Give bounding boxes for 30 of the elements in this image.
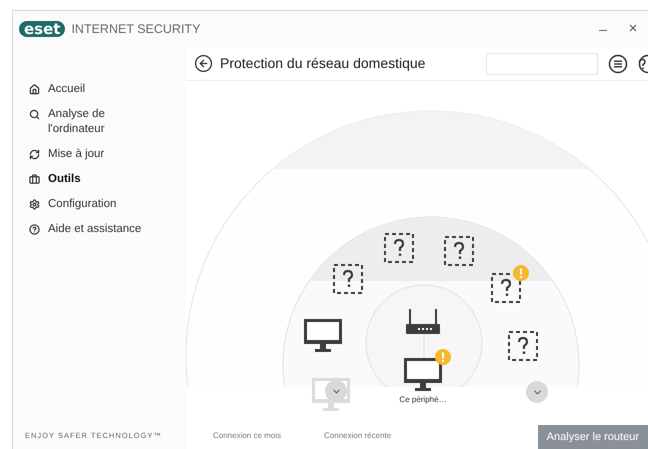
monitor-icon[interactable]	[403, 357, 443, 391]
router-icon[interactable]	[405, 309, 441, 335]
unknown-device-icon[interactable]	[508, 331, 538, 361]
unknown-device-icon[interactable]	[491, 273, 521, 303]
refresh-icon	[29, 149, 40, 160]
legend-label: Connexion ce mois	[213, 430, 282, 442]
toolbox-icon	[29, 174, 40, 185]
sidebar-item[interactable]: Analyse de l'ordinateur	[13, 102, 186, 142]
unknown-device-icon[interactable]	[384, 233, 414, 263]
monitor-icon[interactable]	[303, 318, 343, 352]
minimize-button[interactable]: –	[588, 18, 618, 40]
home-icon	[29, 84, 40, 95]
sidebar-item[interactable]: Configuration	[13, 192, 186, 217]
help-icon	[29, 224, 40, 235]
back-icon[interactable]	[194, 54, 213, 73]
product-name: INTERNET SECURITY	[71, 20, 200, 38]
brand-logo: eset	[19, 21, 66, 37]
close-button[interactable]: ×	[618, 18, 648, 40]
device-label: Ce périphé…	[399, 394, 447, 406]
legend-label: Connexion récente	[324, 430, 392, 442]
unknown-device-icon[interactable]	[333, 264, 363, 294]
page-title: Protection du réseau domestique	[220, 54, 426, 73]
sidebar-item[interactable]: Aide et assistance	[13, 217, 186, 242]
settings-icon	[29, 199, 40, 210]
sidebar-item[interactable]: Accueil	[13, 77, 186, 102]
unknown-device-icon[interactable]	[444, 236, 474, 266]
search-icon	[29, 109, 40, 120]
sidebar-item[interactable]: Mise à jour	[13, 142, 186, 167]
menu-icon[interactable]	[608, 54, 628, 74]
sidebar-item[interactable]: Outils	[13, 167, 186, 192]
